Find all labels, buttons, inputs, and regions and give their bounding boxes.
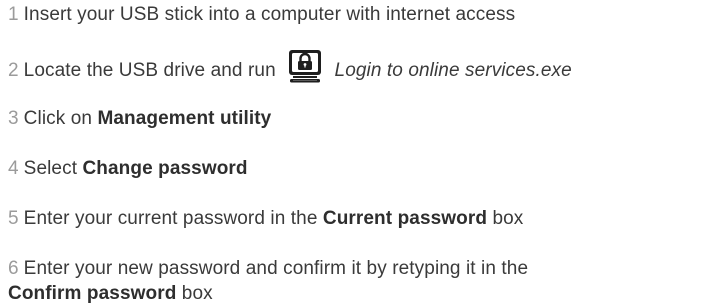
step-6-continuation: Confirm password box: [8, 282, 528, 305]
step-text-after: box: [487, 208, 524, 229]
step-number: 1: [8, 4, 19, 25]
login-app-lock-icon: [287, 49, 323, 83]
step-text-after: box: [176, 283, 213, 304]
step-emphasis: Management utility: [97, 108, 272, 129]
step-text: Select: [23, 158, 83, 179]
step-emphasis: Confirm password: [8, 283, 177, 304]
step-emphasis: Change password: [82, 158, 248, 179]
step-text: Click on: [23, 108, 98, 129]
step-4: 4 Select Change password: [8, 157, 248, 180]
step-text: Enter your new password and confirm it b…: [23, 258, 529, 279]
step-emphasis: Current password: [322, 208, 488, 229]
step-1: 1 Insert your USB stick into a computer w…: [8, 3, 515, 26]
step-6: 6 Enter your new password and confirm it …: [8, 257, 528, 305]
step-3: 3 Click on Management utility: [8, 107, 271, 130]
step-text: Enter your current password in the: [23, 208, 323, 229]
step-number: 4: [8, 158, 19, 179]
step-number: 2: [8, 60, 19, 82]
step-5: 5 Enter your current password in the Curr…: [8, 207, 523, 230]
step-number: 5: [8, 208, 19, 229]
step-number: 6: [8, 258, 19, 279]
step-number: 3: [8, 108, 19, 129]
program-name: Login to online services.exe: [334, 60, 572, 82]
step-text: Insert your USB stick into a computer wi…: [23, 4, 516, 25]
step-2: 2 Locate the USB drive and run Login to o…: [8, 50, 572, 85]
step-text: Locate the USB drive and run: [23, 60, 276, 82]
